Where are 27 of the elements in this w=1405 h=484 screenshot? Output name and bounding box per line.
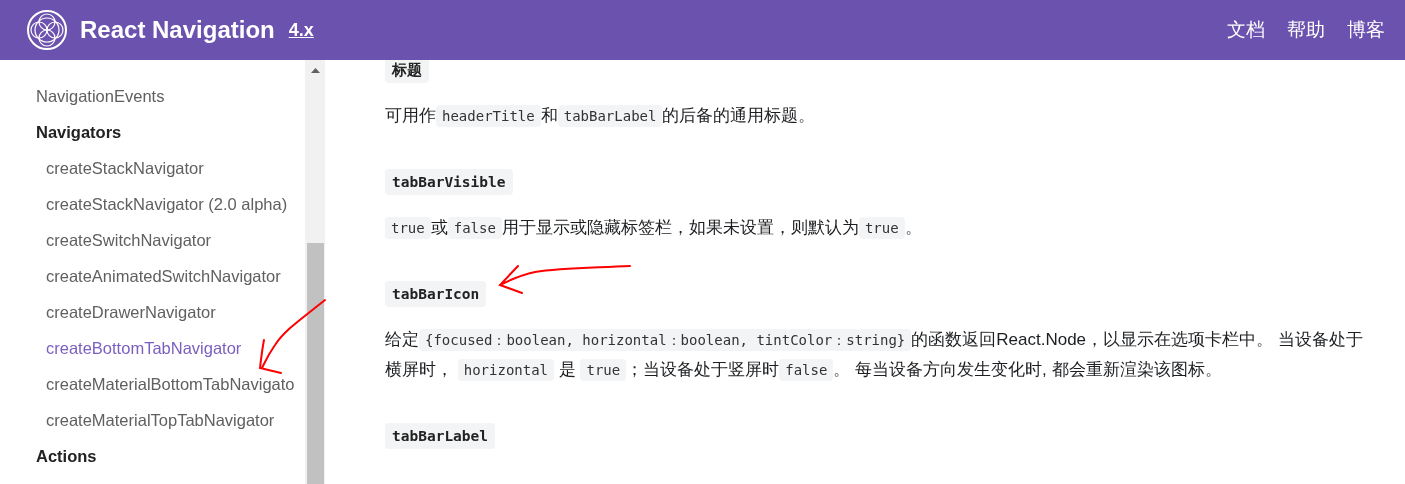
paragraph: 给定 {focused：boolean, horizontal：boolean, tintColor：string} 的函数返回React.Node，以显示在选项卡栏中。 当设备处于横屏时， horizontal 是 true ；当设备处于竖屏时 false 。 每当设备方向发生变化时, 都会重新渲染该图标。 <box>385 328 1364 383</box>
option-heading: tabBarVisible <box>385 169 513 195</box>
scroll-up-icon[interactable] <box>310 68 320 73</box>
scroll-thumb[interactable] <box>306 243 324 484</box>
sidebar-link[interactable]: createMaterialTopTabNavigator <box>0 402 305 438</box>
site-title[interactable]: React Navigation <box>80 16 275 44</box>
logo-icon[interactable] <box>26 9 68 51</box>
nav-link[interactable]: 帮助 <box>1287 17 1325 43</box>
option-heading: tabBarIcon <box>385 281 487 307</box>
sidebar-link[interactable]: createAnimatedSwitchNavigator <box>0 258 305 294</box>
sidebar-category: Navigators <box>35 122 123 143</box>
paragraph: true 或 false 用于显示或隐藏标签栏，如果未设置，则默认为 true 。 <box>385 213 1365 243</box>
sidebar-link[interactable]: NavigationEvents <box>0 78 305 114</box>
sidebar-link[interactable]: createSwitchNavigator <box>0 222 246 258</box>
nav-link[interactable]: 博客 <box>1347 17 1385 43</box>
sidebar-link[interactable]: createStackNavigator <box>0 150 246 186</box>
sidebar-category: Actions <box>35 446 98 467</box>
sidebar-link[interactable]: createStackNavigator (2.0 alpha) <box>0 186 305 222</box>
option-heading: tabBarLabel <box>385 423 496 449</box>
option-heading: 标题 <box>385 60 429 83</box>
version-link[interactable]: 4.x <box>288 19 314 41</box>
sidebar-link[interactable]: createDrawerNavigator <box>0 294 246 330</box>
sidebar-link[interactable]: createMaterialBottomTabNavigato <box>0 366 305 402</box>
sidebar-link[interactable]: createBottomTabNavigator <box>0 330 246 366</box>
paragraph: 可用作 headerTitle 和 tabBarLabel 的后备的通用标题。 <box>385 104 817 129</box>
scrollbar[interactable] <box>305 60 325 484</box>
nav-link[interactable]: 文档 <box>1227 17 1265 43</box>
